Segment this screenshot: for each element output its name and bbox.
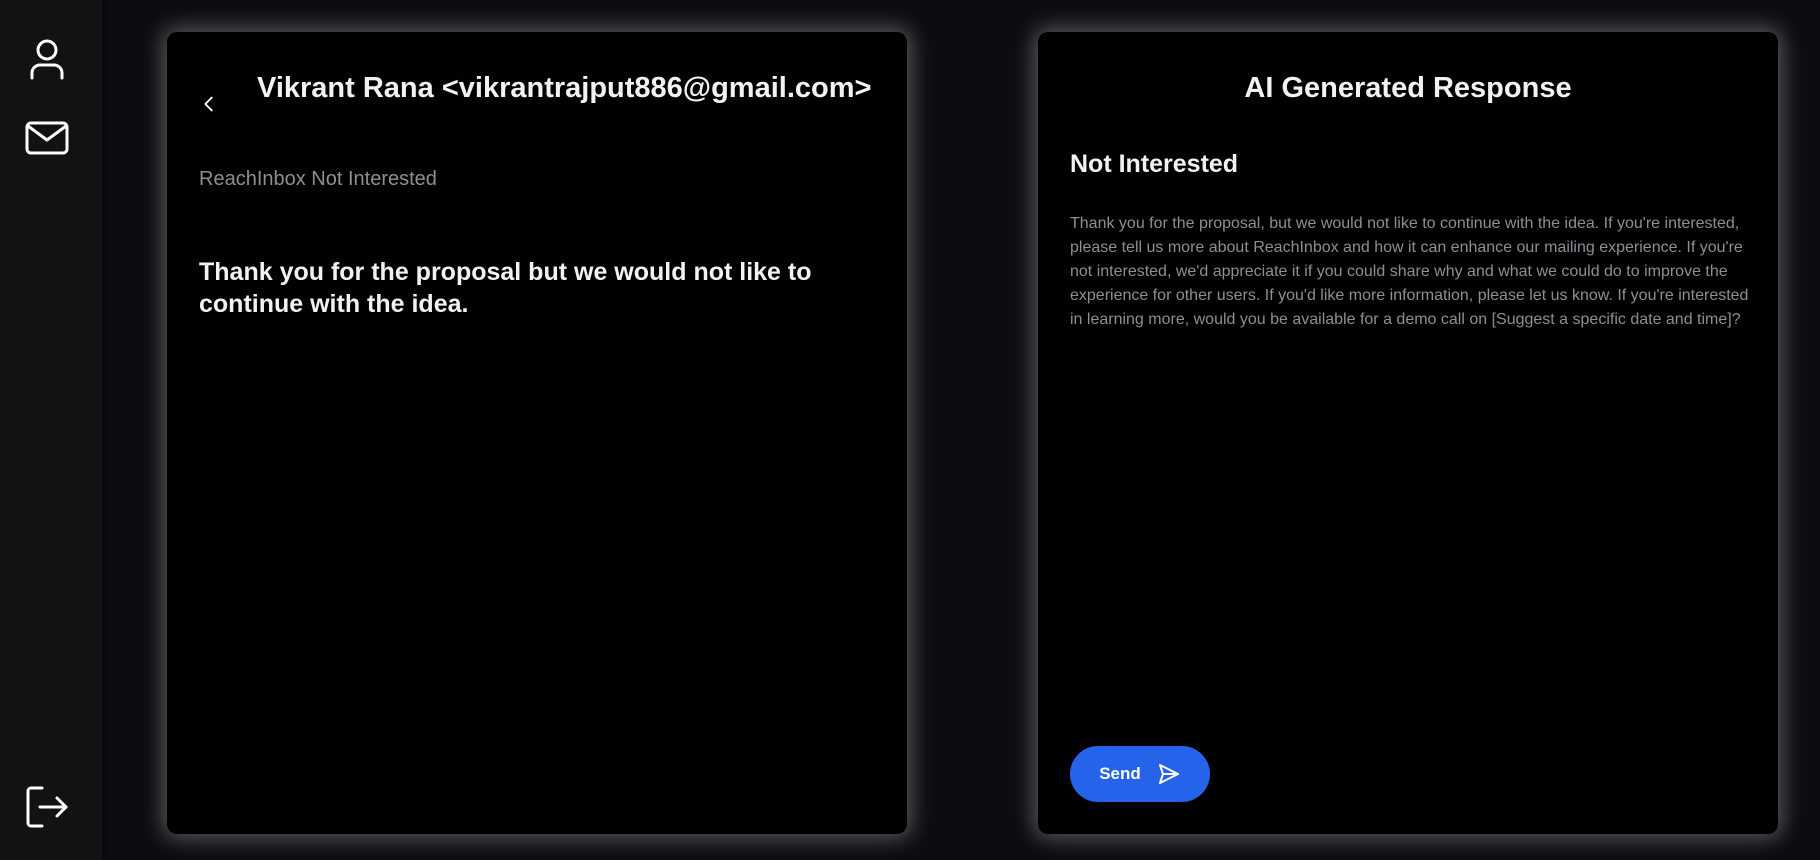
mail-icon[interactable] <box>24 115 70 161</box>
email-panel: Vikrant Rana <vikrantrajput886@gmail.com… <box>167 32 907 834</box>
chevron-left-icon <box>204 96 213 112</box>
ai-response-body: Thank you for the proposal, but we would… <box>1070 215 1749 328</box>
sidebar <box>0 0 102 860</box>
send-icon <box>1157 762 1181 786</box>
back-button[interactable] <box>197 92 221 116</box>
email-body: Thank you for the proposal but we would … <box>199 258 812 318</box>
ai-response-label: Not Interested <box>1070 150 1239 178</box>
send-button[interactable]: Send <box>1070 746 1210 802</box>
email-subject: ReachInbox Not Interested <box>199 168 437 190</box>
profile-icon[interactable] <box>24 36 70 82</box>
send-button-label: Send <box>1099 764 1141 783</box>
logout-icon[interactable] <box>24 784 70 830</box>
ai-response-title: AI Generated Response <box>1244 72 1572 104</box>
ai-response-panel: AI Generated Response Not Interested Tha… <box>1038 32 1778 834</box>
email-sender-header: Vikrant Rana <vikrantrajput886@gmail.com… <box>257 72 872 104</box>
